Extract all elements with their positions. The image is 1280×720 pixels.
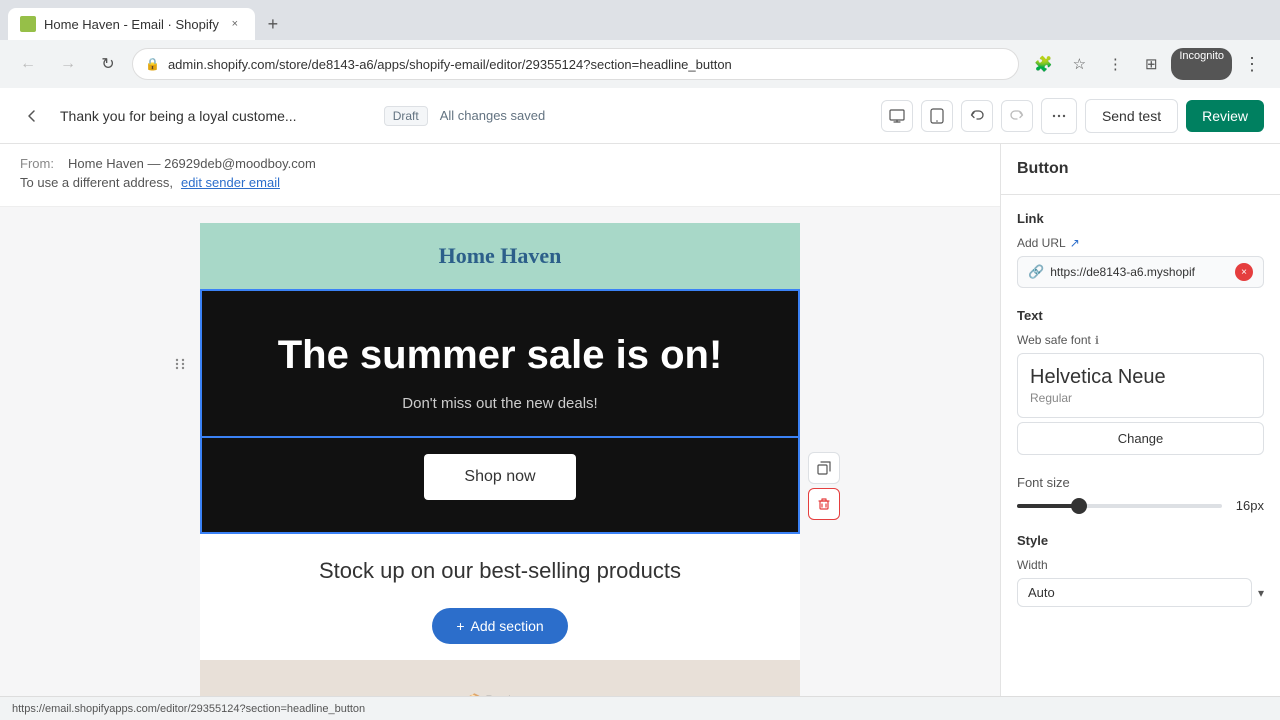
font-label: Web safe font ℹ <box>1017 333 1264 347</box>
right-panel: Button Link Add URL ↗ 🔗 × <box>1000 144 1280 720</box>
add-url-label: Add URL ↗ <box>1017 236 1264 250</box>
font-size-slider[interactable] <box>1017 504 1222 508</box>
url-clear-btn[interactable]: × <box>1235 263 1253 281</box>
email-hero-section: The summer sale is on! Don't miss out th… <box>200 289 800 438</box>
mobile-view-btn[interactable] <box>921 100 953 132</box>
back-button[interactable] <box>16 100 48 132</box>
section-action-buttons <box>808 452 840 520</box>
sender-row: To use a different address, edit sender … <box>20 175 980 190</box>
tab-title: Home Haven - Email · Shopify <box>44 17 219 32</box>
font-size-section: Font size 16px <box>1017 475 1264 513</box>
extensions-btn[interactable]: 🧩 <box>1027 48 1059 80</box>
font-display: Helvetica Neue Regular <box>1017 353 1264 418</box>
link-section: Link Add URL ↗ 🔗 × <box>1017 211 1264 288</box>
saved-status: All changes saved <box>440 108 546 123</box>
add-icon: + <box>456 618 464 634</box>
review-button[interactable]: Review <box>1186 100 1264 132</box>
style-section: Style Width Auto Full width Custom ▾ <box>1017 533 1264 607</box>
duplicate-section-btn[interactable] <box>808 452 840 484</box>
address-bar[interactable]: 🔒 admin.shopify.com/store/de8143-a6/apps… <box>132 48 1019 80</box>
email-button-section: Shop now <box>200 438 800 534</box>
button-wrapper: Shop now <box>200 438 800 534</box>
edit-sender-link[interactable]: edit sender email <box>181 175 280 190</box>
tab-favicon <box>20 16 36 32</box>
add-section-label: Add section <box>471 618 544 634</box>
back-nav-btn[interactable]: ← <box>12 48 44 80</box>
font-style-display: Regular <box>1030 391 1251 405</box>
canvas-area: From: Home Haven — 26929deb@moodboy.com … <box>0 144 1000 720</box>
undo-btn[interactable] <box>961 100 993 132</box>
tab-bar: Home Haven - Email · Shopify × + <box>0 0 1280 40</box>
panel-title: Button <box>1017 160 1069 178</box>
send-test-button[interactable]: Send test <box>1085 99 1178 133</box>
redo-btn[interactable] <box>1001 100 1033 132</box>
status-bar: https://email.shopifyapps.com/editor/293… <box>0 696 1280 720</box>
font-size-row: 16px <box>1017 498 1264 513</box>
more-actions-btn[interactable]: ⋮ <box>1099 48 1131 80</box>
lock-icon: 🔒 <box>145 57 160 71</box>
width-select[interactable]: Auto Full width Custom <box>1017 578 1252 607</box>
active-tab[interactable]: Home Haven - Email · Shopify × <box>8 8 255 40</box>
brand-name: Home Haven <box>220 243 780 269</box>
open-url-icon[interactable]: ↗ <box>1070 236 1080 250</box>
from-label: From: <box>20 156 60 171</box>
chevron-down-icon: ▾ <box>1258 586 1264 600</box>
section-drag-handle[interactable] <box>168 352 192 376</box>
link-label: Link <box>1017 211 1264 226</box>
delete-section-btn[interactable] <box>808 488 840 520</box>
text-label: Text <box>1017 308 1264 323</box>
star-btn[interactable]: ☆ <box>1063 48 1095 80</box>
section-title: Stock up on our best-selling products <box>220 558 780 584</box>
incognito-badge[interactable]: Incognito <box>1171 48 1232 80</box>
reload-btn[interactable]: ↻ <box>92 48 124 80</box>
sender-text: To use a different address, <box>20 175 173 190</box>
from-row: From: Home Haven — 26929deb@moodboy.com <box>20 156 980 171</box>
shop-now-button[interactable]: Shop now <box>424 454 575 500</box>
email-preview-wrapper: Home Haven The summer sale is on! Don't … <box>0 207 1000 720</box>
chrome-menu-btn[interactable]: ⋮ <box>1236 48 1268 80</box>
from-value: Home Haven — 26929deb@moodboy.com <box>68 156 316 171</box>
extensions2-btn[interactable]: ⊞ <box>1135 48 1167 80</box>
width-select-row: Auto Full width Custom ▾ <box>1017 578 1264 607</box>
status-url: https://email.shopifyapps.com/editor/293… <box>12 703 365 715</box>
draft-badge: Draft <box>384 106 428 126</box>
add-section-area: + Add section <box>200 592 800 660</box>
desktop-view-btn[interactable] <box>881 100 913 132</box>
url-input-row[interactable]: 🔗 × <box>1017 256 1264 288</box>
new-tab-button[interactable]: + <box>259 10 287 38</box>
email-meta: From: Home Haven — 26929deb@moodboy.com … <box>0 144 1000 207</box>
tab-close-btn[interactable]: × <box>227 16 243 32</box>
browser-actions: 🧩 ☆ ⋮ ⊞ Incognito ⋮ <box>1027 48 1268 80</box>
info-icon: ℹ <box>1095 334 1099 347</box>
browser-nav: ← → ↻ 🔒 admin.shopify.com/store/de8143-a… <box>0 40 1280 88</box>
panel-header: Button <box>1001 144 1280 195</box>
url-text: admin.shopify.com/store/de8143-a6/apps/s… <box>168 57 1006 72</box>
email-preview: Home Haven The summer sale is on! Don't … <box>200 223 800 720</box>
text-section: Text Web safe font ℹ Helvetica Neue Regu… <box>1017 308 1264 455</box>
font-name-display: Helvetica Neue <box>1030 366 1251 389</box>
url-icon: 🔗 <box>1028 264 1044 280</box>
panel-body: Link Add URL ↗ 🔗 × Text Web safe <box>1001 195 1280 643</box>
slider-track <box>1017 504 1079 508</box>
url-input[interactable] <box>1050 265 1229 279</box>
email-header-section: Home Haven <box>200 223 800 289</box>
forward-nav-btn[interactable]: → <box>52 48 84 80</box>
hero-headline: The summer sale is on! <box>222 331 778 379</box>
add-section-button[interactable]: + Add section <box>432 608 567 644</box>
more-options-btn[interactable] <box>1041 98 1077 134</box>
hero-wrapper: The summer sale is on! Don't miss out th… <box>200 289 800 438</box>
email-title: Thank you for being a loyal custome... <box>60 108 372 124</box>
style-label: Style <box>1017 533 1264 548</box>
slider-thumb[interactable] <box>1071 498 1087 514</box>
app-header: Thank you for being a loyal custome... D… <box>0 88 1280 144</box>
header-actions: Send test Review <box>881 98 1264 134</box>
hero-subtext: Don't miss out the new deals! <box>222 395 778 412</box>
font-size-label: Font size <box>1017 475 1264 490</box>
width-label: Width <box>1017 558 1264 572</box>
app-layout: Thank you for being a loyal custome... D… <box>0 88 1280 720</box>
font-size-value: 16px <box>1232 498 1264 513</box>
email-text-section: Stock up on our best-selling products <box>200 534 800 592</box>
change-font-button[interactable]: Change <box>1017 422 1264 455</box>
main-content: From: Home Haven — 26929deb@moodboy.com … <box>0 144 1280 720</box>
